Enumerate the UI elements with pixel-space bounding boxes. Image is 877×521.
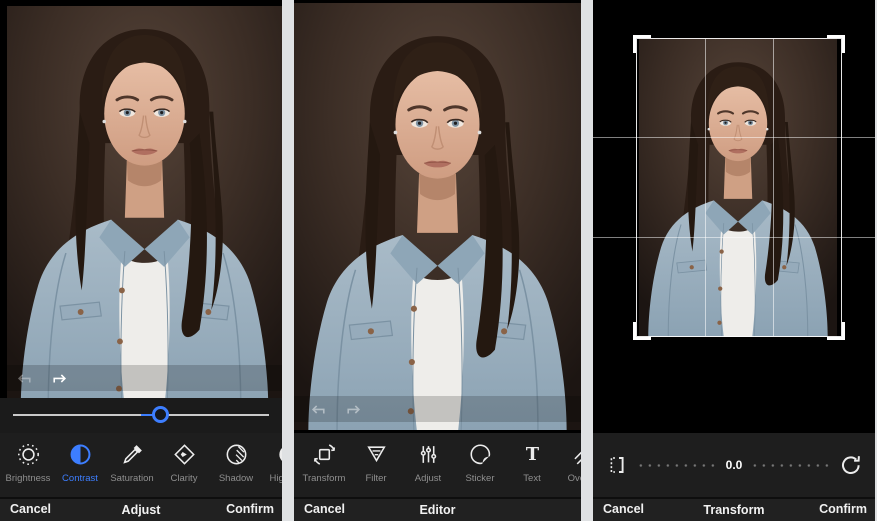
tool-transform[interactable]: Transform xyxy=(298,442,350,497)
tool-overlay[interactable]: Overlay xyxy=(558,442,581,497)
contrast-icon xyxy=(70,444,90,465)
tool-shadow[interactable]: Shadow xyxy=(210,442,262,497)
tool-clarity[interactable]: Clarity xyxy=(158,442,210,497)
highlight-icon xyxy=(278,447,282,462)
tool-label: Filter xyxy=(365,473,387,484)
overlay-icon xyxy=(573,451,581,465)
slider-knob[interactable] xyxy=(152,406,170,423)
tool-highlight[interactable]: Highlight xyxy=(262,442,282,497)
screen-title: Editor xyxy=(419,503,456,517)
tool-saturation[interactable]: Saturation xyxy=(106,442,158,497)
tool-label: Transform xyxy=(302,473,346,484)
tool-brightness[interactable]: Brightness xyxy=(2,442,54,497)
tool-label: Sticker xyxy=(465,473,495,484)
portrait-photo xyxy=(294,3,581,430)
crop-gridline-vertical xyxy=(772,39,774,336)
crop-frame[interactable] xyxy=(636,38,842,337)
flip-horizontal-icon[interactable] xyxy=(605,453,629,477)
history-bar xyxy=(0,365,282,391)
tool-label: Clarity xyxy=(170,473,198,484)
tool-adjust[interactable]: Adjust xyxy=(402,442,454,497)
crop-handle-top-left[interactable] xyxy=(633,35,651,53)
tool-text[interactable]: T Text xyxy=(506,442,558,497)
tool-label: Adjust xyxy=(414,473,442,484)
text-icon: T xyxy=(525,444,538,465)
crop-handle-top-right[interactable] xyxy=(827,35,845,53)
crop-gridline-vertical xyxy=(704,39,706,336)
transform-controls: 0.0 xyxy=(593,433,875,497)
editor-bottom-bar: Cancel Editor xyxy=(294,497,581,521)
transform-bottom-bar: Cancel Transform Confirm xyxy=(593,497,875,521)
adjust-icon xyxy=(420,446,436,463)
tool-label: Brightness xyxy=(5,473,51,484)
confirm-button[interactable]: Confirm xyxy=(819,502,867,516)
tool-label: Saturation xyxy=(110,473,154,484)
ruler-dots-left xyxy=(637,463,717,467)
transform-screen: 0.0 Cancel Transform Confirm xyxy=(593,0,875,521)
filter-icon xyxy=(366,446,386,463)
tool-label: Highlight xyxy=(269,473,282,484)
reset-icon[interactable] xyxy=(839,453,863,477)
tool-label: Contrast xyxy=(62,473,98,484)
shadow-icon xyxy=(226,444,246,465)
saturation-icon xyxy=(122,445,142,464)
rotation-ruler[interactable]: 0.0 xyxy=(637,458,831,472)
editor-screen: Transform Filter Adjust Sticker T Text O… xyxy=(294,0,581,521)
tool-sticker[interactable]: Sticker xyxy=(454,442,506,497)
crop-handle-bottom-right[interactable] xyxy=(827,322,845,340)
brightness-icon xyxy=(17,444,39,465)
adjust-value-slider[interactable] xyxy=(0,398,282,433)
undo-icon[interactable] xyxy=(308,401,328,417)
adjust-toolbar: Brightness Contrast Saturation Clarity S… xyxy=(0,433,282,497)
svg-text:T: T xyxy=(525,444,538,465)
history-bar xyxy=(294,396,581,422)
slider-track[interactable] xyxy=(13,406,269,423)
rotation-value: 0.0 xyxy=(725,458,743,472)
ruler-dots-right xyxy=(751,463,831,467)
tool-contrast[interactable]: Contrast xyxy=(54,442,106,497)
tool-filter[interactable]: Filter xyxy=(350,442,402,497)
clarity-icon xyxy=(173,444,195,465)
redo-icon[interactable] xyxy=(344,401,364,417)
adjust-screen: Brightness Contrast Saturation Clarity S… xyxy=(0,0,282,521)
tool-label: Overlay xyxy=(567,473,581,484)
crop-handle-bottom-left[interactable] xyxy=(633,322,651,340)
photo-canvas xyxy=(7,6,282,398)
adjust-bottom-bar: Cancel Adjust Confirm xyxy=(0,497,282,521)
undo-icon[interactable] xyxy=(14,370,34,386)
tool-label: Shadow xyxy=(218,473,254,484)
portrait-photo xyxy=(7,6,282,398)
confirm-button[interactable]: Confirm xyxy=(226,502,274,516)
photo-canvas xyxy=(294,3,581,430)
redo-icon[interactable] xyxy=(50,370,70,386)
editor-toolbar: Transform Filter Adjust Sticker T Text O… xyxy=(294,433,581,497)
transform-icon xyxy=(313,444,335,465)
tool-label: Text xyxy=(523,473,541,484)
sticker-icon xyxy=(470,444,490,465)
